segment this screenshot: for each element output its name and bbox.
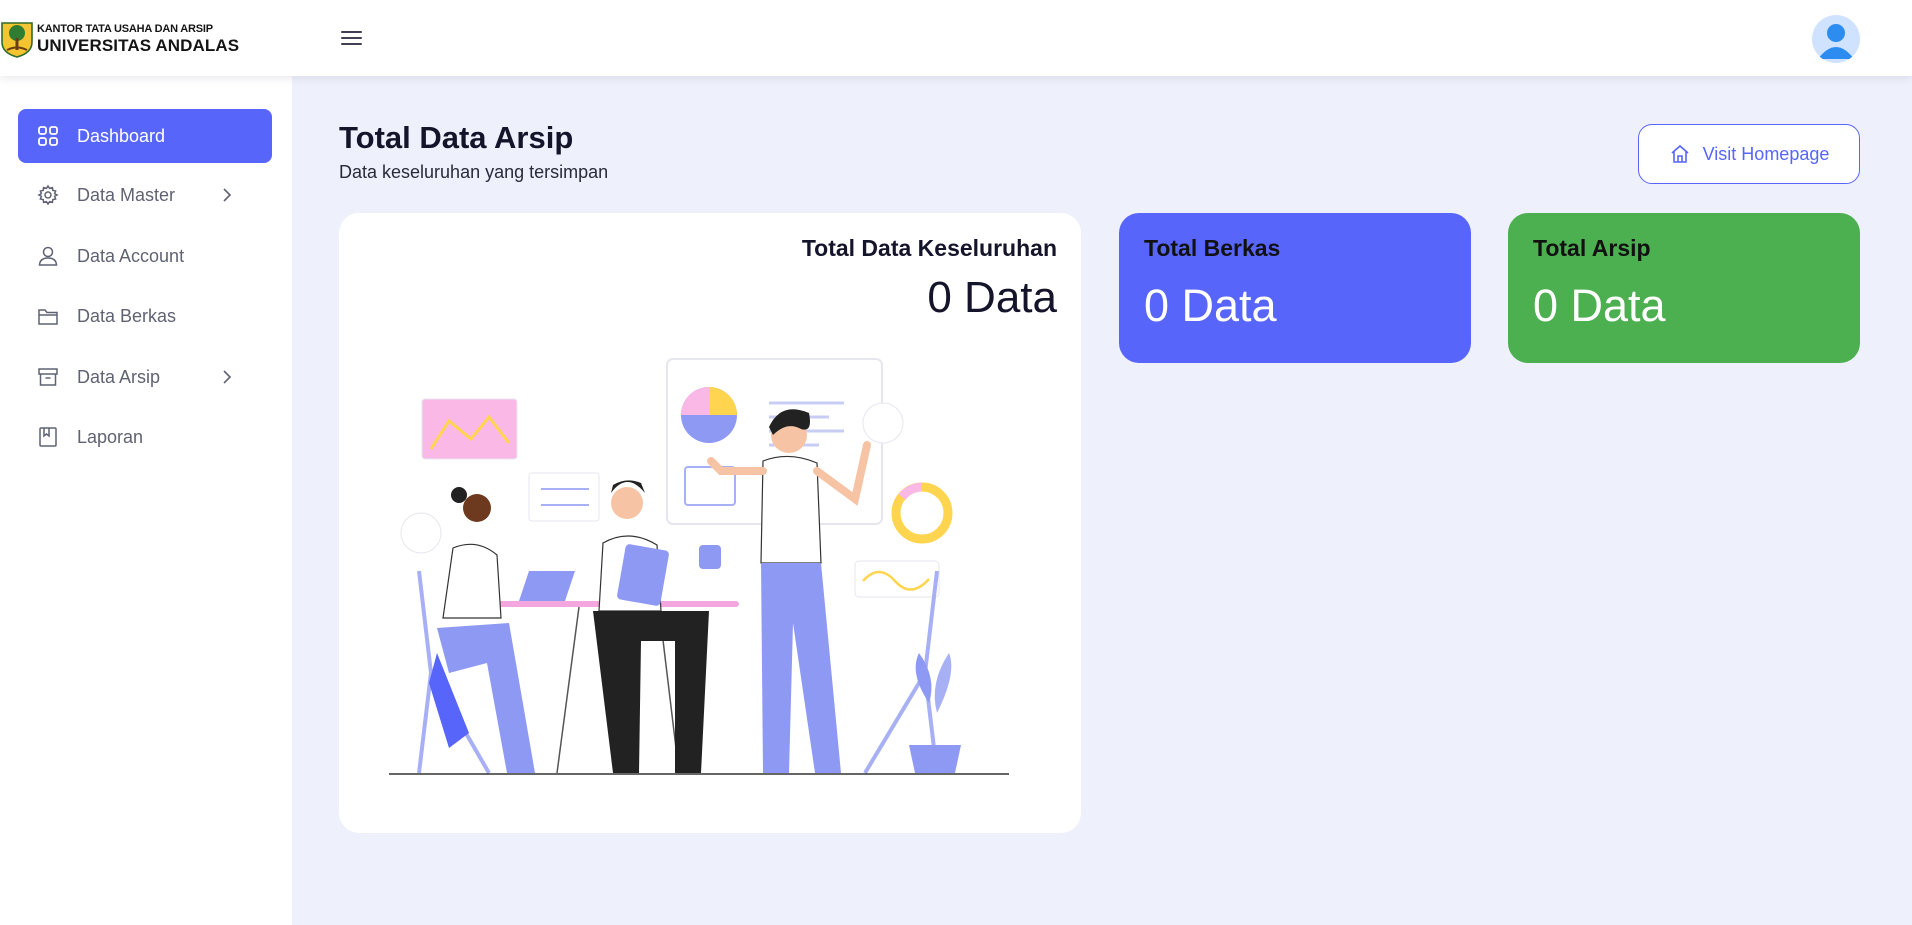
total-berkas-card: Total Berkas 0 Data bbox=[1119, 213, 1471, 363]
sidebar-item-laporan[interactable]: Laporan bbox=[18, 410, 272, 464]
sidebar-item-data-arsip[interactable]: Data Arsip bbox=[18, 350, 272, 404]
page-subtitle: Data keseluruhan yang tersimpan bbox=[339, 162, 609, 182]
logo-text: KANTOR TATA USAHA DAN ARSIP UNIVERSITAS … bbox=[37, 23, 240, 55]
top-header: KANTOR TATA USAHA DAN ARSIP UNIVERSITAS … bbox=[0, 0, 1912, 76]
book-icon bbox=[37, 426, 59, 448]
sidebar-item-label: Data Account bbox=[77, 245, 185, 266]
folder-icon bbox=[37, 305, 59, 327]
sidebar-item-label: Laporan bbox=[77, 426, 144, 447]
total-berkas-label: Total Berkas bbox=[1144, 235, 1281, 261]
visit-homepage-button[interactable]: Visit Homepage bbox=[1638, 124, 1860, 184]
sidebar-item-label: Data Master bbox=[77, 184, 176, 205]
sidebar-item-label: Data Arsip bbox=[77, 366, 161, 387]
total-arsip-card: Total Arsip 0 Data bbox=[1508, 213, 1860, 363]
chevron-right-icon bbox=[223, 370, 232, 384]
gear-icon bbox=[37, 184, 59, 206]
team-meeting-illustration bbox=[389, 358, 1009, 775]
visit-homepage-label: Visit Homepage bbox=[1702, 143, 1830, 164]
sidebar-item-data-account[interactable]: Data Account bbox=[18, 229, 272, 283]
total-arsip-label: Total Arsip bbox=[1533, 235, 1651, 261]
archive-icon bbox=[37, 366, 59, 388]
sidebar-item-label: Data Berkas bbox=[77, 305, 177, 326]
grid-icon bbox=[37, 125, 59, 147]
logo-line1: KANTOR TATA USAHA DAN ARSIP bbox=[37, 23, 213, 35]
user-avatar-button[interactable] bbox=[1812, 15, 1860, 63]
total-data-card: Total Data Keseluruhan 0 Data bbox=[339, 213, 1081, 833]
total-arsip-value: 0 Data bbox=[1533, 280, 1666, 331]
total-berkas-value: 0 Data bbox=[1144, 280, 1277, 331]
sidebar: Dashboard Data Master Data Account Data … bbox=[0, 76, 292, 925]
sidebar-item-dashboard[interactable]: Dashboard bbox=[18, 109, 272, 163]
total-data-label: Total Data Keseluruhan bbox=[801, 235, 1057, 261]
crest-icon bbox=[1, 22, 33, 58]
sidebar-item-data-master[interactable]: Data Master bbox=[18, 168, 272, 222]
menu-toggle-button[interactable] bbox=[338, 26, 366, 50]
hamburger-icon bbox=[341, 31, 362, 45]
user-icon bbox=[37, 245, 59, 267]
sidebar-item-label: Dashboard bbox=[77, 125, 166, 146]
logo-line2: UNIVERSITAS ANDALAS bbox=[37, 36, 240, 55]
chevron-right-icon bbox=[223, 188, 232, 202]
sidebar-item-data-berkas[interactable]: Data Berkas bbox=[18, 289, 272, 343]
total-data-value: 0 Data bbox=[927, 273, 1057, 322]
home-icon bbox=[1671, 144, 1689, 163]
user-avatar-icon bbox=[1818, 24, 1854, 59]
page-title: Total Data Arsip bbox=[339, 120, 574, 155]
university-logo[interactable]: KANTOR TATA USAHA DAN ARSIP UNIVERSITAS … bbox=[0, 20, 239, 58]
